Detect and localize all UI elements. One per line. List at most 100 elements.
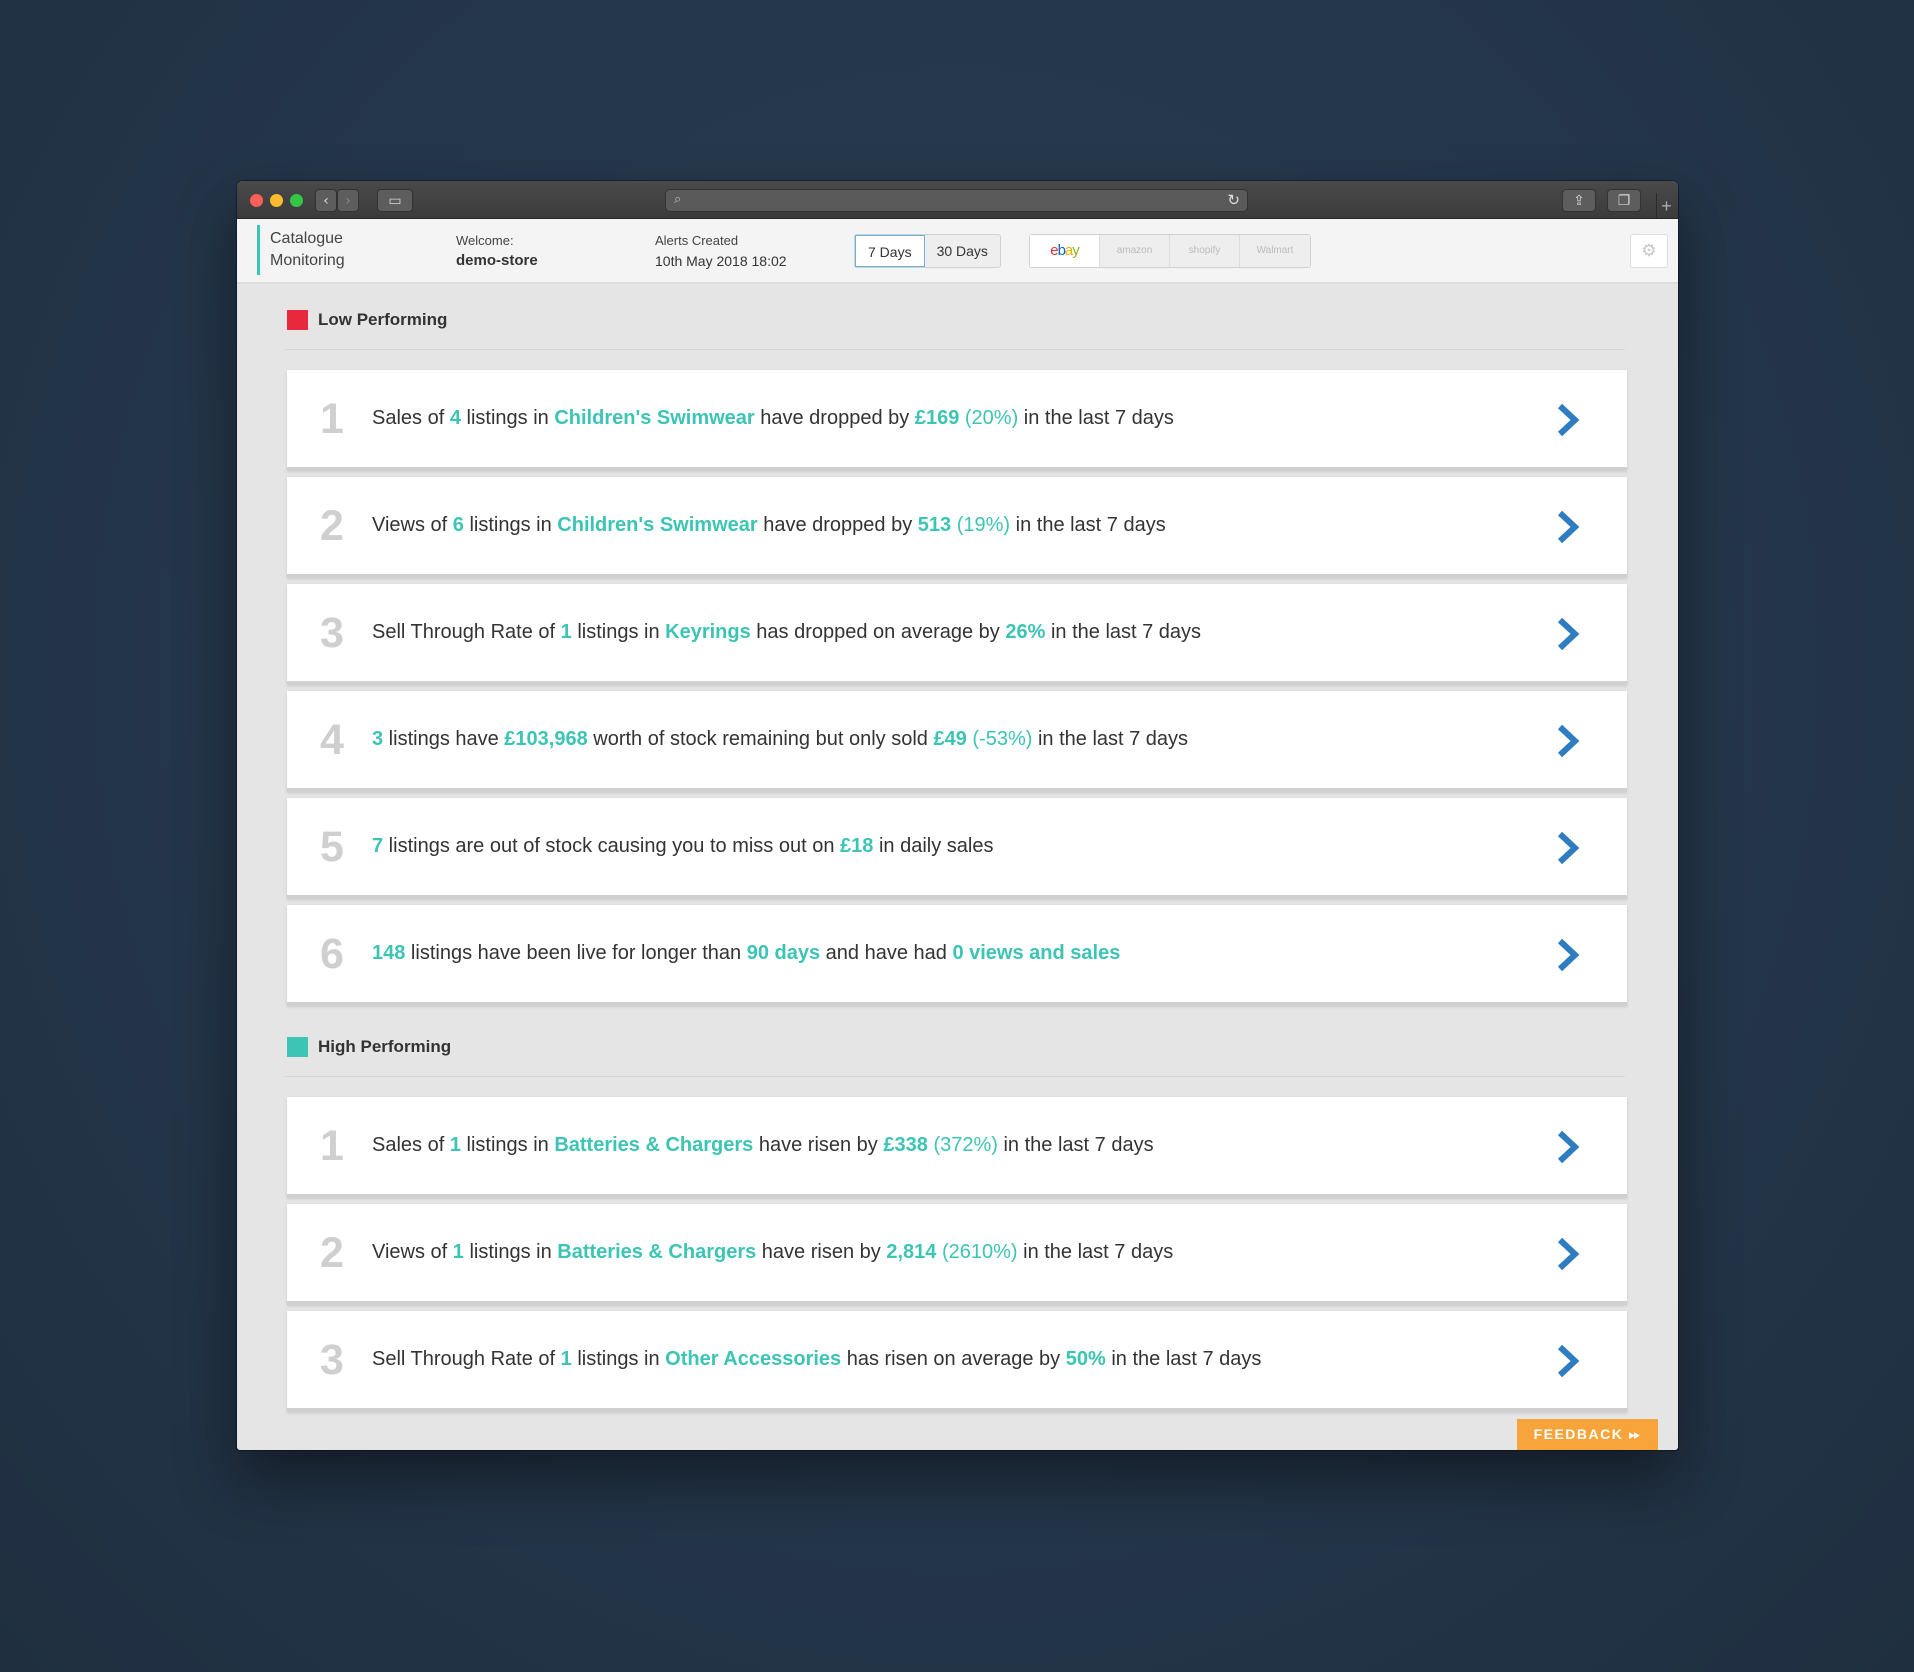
- forward-button[interactable]: ›: [337, 189, 359, 212]
- minimize-window-button[interactable]: [270, 194, 283, 207]
- alert-highlight[interactable]: 1: [561, 1348, 572, 1370]
- alert-percentage: (2610%): [941, 1241, 1018, 1263]
- sidebar-toggle-button[interactable]: ▭: [377, 189, 413, 212]
- marketplace-walmart-button[interactable]: Walmart: [1240, 235, 1310, 267]
- plus-icon: +: [1661, 196, 1672, 216]
- alert-highlight[interactable]: £49: [933, 728, 966, 750]
- alert-number: 4: [320, 716, 344, 764]
- fast-forward-icon: ⏩︎: [1628, 1426, 1642, 1442]
- alert-number: 1: [320, 395, 344, 443]
- period-30-days-button[interactable]: 30 Days: [925, 235, 1000, 267]
- alert-highlight[interactable]: £169: [915, 407, 960, 429]
- alert-card[interactable]: 3 Sell Through Rate of 1 listings in Othe…: [287, 1311, 1627, 1412]
- new-tab-button[interactable]: +: [1656, 193, 1676, 219]
- share-button[interactable]: ⇪: [1562, 189, 1596, 212]
- marketplace-shopify-button[interactable]: shopify: [1170, 235, 1240, 267]
- chevron-right-icon[interactable]: [1553, 508, 1583, 546]
- alert-highlight[interactable]: Batteries & Chargers: [554, 1134, 753, 1156]
- alert-highlight[interactable]: £103,968: [504, 728, 587, 750]
- chevron-right-icon[interactable]: [1553, 1235, 1583, 1273]
- alert-card[interactable]: 1 Sales of 1 listings in Batteries & Char…: [287, 1097, 1627, 1198]
- marketplace-amazon-button[interactable]: amazon: [1100, 235, 1170, 267]
- alert-highlight[interactable]: 7: [372, 835, 383, 857]
- alert-card[interactable]: 5 7 listings are out of stock causing you…: [287, 798, 1627, 899]
- chevron-right-icon: ›: [345, 193, 351, 209]
- alert-highlight[interactable]: Children's Swimwear: [554, 407, 754, 429]
- alert-highlight[interactable]: 0 views and sales: [952, 942, 1120, 964]
- alert-highlight[interactable]: Children's Swimwear: [557, 514, 757, 536]
- alert-text-fragment: listings in: [463, 514, 558, 536]
- alert-card[interactable]: 1 Sales of 4 listings in Children's Swimw…: [287, 370, 1627, 471]
- alert-text-fragment: listings have: [383, 728, 505, 750]
- alert-highlight[interactable]: Keyrings: [665, 621, 751, 643]
- alert-number: 2: [320, 1229, 344, 1277]
- close-window-button[interactable]: [250, 194, 263, 207]
- alert-text-fragment: listings in: [571, 1348, 666, 1370]
- alert-text: Sell Through Rate of 1 listings in Other…: [372, 1346, 1261, 1372]
- chevron-right-icon[interactable]: [1553, 1342, 1583, 1380]
- alert-highlight[interactable]: 1: [450, 1134, 461, 1156]
- period-selector: 7 Days 30 Days: [854, 234, 1001, 268]
- settings-button[interactable]: ⚙: [1630, 234, 1668, 268]
- alert-highlight[interactable]: Other Accessories: [665, 1348, 841, 1370]
- alert-text-fragment: Sell Through Rate of: [372, 1348, 561, 1370]
- high-performing-divider: [285, 1076, 1625, 1077]
- chevron-right-icon[interactable]: [1553, 401, 1583, 439]
- alert-text-fragment: in the last 7 days: [1105, 1348, 1262, 1370]
- period-7-days-button[interactable]: 7 Days: [855, 235, 925, 267]
- alert-number: 1: [320, 1122, 344, 1170]
- alert-highlight[interactable]: 513: [918, 514, 951, 536]
- alert-highlight[interactable]: 1: [561, 621, 572, 643]
- sidebar-icon: ▭: [388, 193, 402, 209]
- alert-number: 3: [320, 609, 344, 657]
- alert-highlight[interactable]: Batteries & Chargers: [557, 1241, 756, 1263]
- back-button[interactable]: ‹: [315, 189, 337, 212]
- alert-highlight[interactable]: 6: [453, 514, 464, 536]
- zoom-window-button[interactable]: [290, 194, 303, 207]
- alert-text: 3 listings have £103,968 worth of stock …: [372, 726, 1188, 752]
- alert-card[interactable]: 6 148 listings have been live for longer …: [287, 905, 1627, 1006]
- alert-highlight[interactable]: £18: [840, 835, 873, 857]
- alert-card[interactable]: 3 Sell Through Rate of 1 listings in Keyr…: [287, 584, 1627, 685]
- alerts-info: Alerts Created 10th May 2018 18:02: [655, 231, 787, 271]
- app-brand[interactable]: Catalogue Monitoring: [257, 225, 345, 275]
- alert-text-fragment: in the last 7 days: [997, 1134, 1154, 1156]
- chevron-right-icon[interactable]: [1553, 829, 1583, 867]
- alert-card[interactable]: 4 3 listings have £103,968 worth of stock…: [287, 691, 1627, 792]
- alert-highlight[interactable]: 148: [372, 942, 405, 964]
- chevron-right-icon[interactable]: [1553, 936, 1583, 974]
- welcome-info: Welcome: demo-store: [456, 231, 538, 271]
- alert-highlight[interactable]: 50%: [1066, 1348, 1106, 1370]
- alert-text-fragment: Sales of: [372, 407, 450, 429]
- address-bar[interactable]: ⌕ ↻: [665, 189, 1248, 212]
- alert-text-fragment: and have had: [820, 942, 953, 964]
- welcome-label: Welcome:: [456, 233, 514, 248]
- alert-highlight[interactable]: £338: [883, 1134, 928, 1156]
- alert-highlight[interactable]: 90 days: [747, 942, 820, 964]
- alert-highlight[interactable]: 1: [453, 1241, 464, 1263]
- feedback-button[interactable]: FEEDBACK ⏩︎: [1517, 1419, 1658, 1450]
- alert-highlight[interactable]: 26%: [1005, 621, 1045, 643]
- alert-percentage: (19%): [956, 514, 1011, 536]
- alert-highlight[interactable]: 3: [372, 728, 383, 750]
- alert-text-fragment: have risen by: [756, 1241, 887, 1263]
- tabs-button[interactable]: ❐: [1607, 189, 1641, 212]
- alert-text-fragment: in the last 7 days: [1010, 514, 1166, 536]
- alert-number: 6: [320, 930, 344, 978]
- alert-highlight[interactable]: 2,814: [886, 1241, 936, 1263]
- alert-text-fragment: listings are out of stock causing you to…: [383, 835, 841, 857]
- alert-card[interactable]: 2 Views of 6 listings in Children's Swimw…: [287, 477, 1627, 578]
- brand-line-2: Monitoring: [270, 252, 345, 269]
- chevron-right-icon[interactable]: [1553, 615, 1583, 653]
- chevron-right-icon[interactable]: [1553, 1128, 1583, 1166]
- alert-text-fragment: listings in: [460, 1134, 555, 1156]
- alert-text-fragment: listings in: [571, 621, 666, 643]
- alert-highlight[interactable]: 4: [450, 407, 461, 429]
- marketplace-ebay-button[interactable]: ebay: [1030, 235, 1100, 267]
- alerts-label: Alerts Created: [655, 233, 739, 248]
- alert-number: 2: [320, 502, 344, 550]
- alert-card[interactable]: 2 Views of 1 listings in Batteries & Char…: [287, 1204, 1627, 1305]
- alert-text-fragment: has dropped on average by: [750, 621, 1006, 643]
- reload-icon[interactable]: ↻: [1227, 191, 1240, 209]
- chevron-right-icon[interactable]: [1553, 722, 1583, 760]
